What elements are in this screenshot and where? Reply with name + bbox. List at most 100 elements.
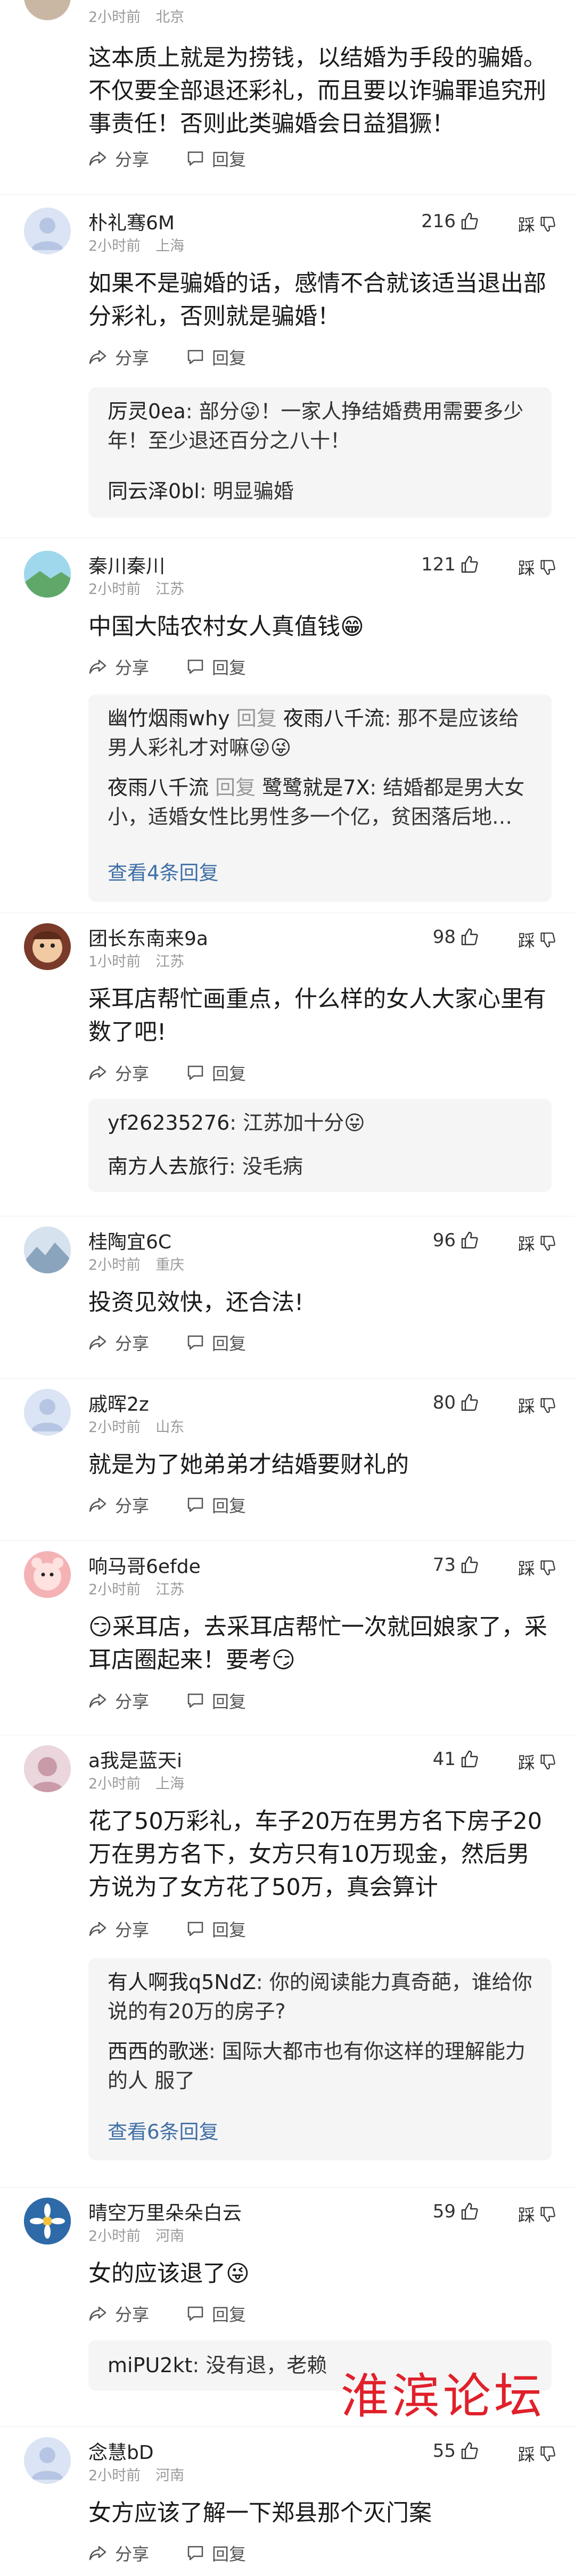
reply-button[interactable]: 回复 [186,345,246,369]
avatar[interactable] [24,1227,71,1273]
like-button[interactable]: 55 [433,2440,479,2462]
thumbs-down-icon [540,1560,555,1576]
reply-item[interactable]: yf26235276: 江苏加十分😛 [108,1108,533,1138]
reply-item[interactable]: 夜雨八千流 回复 鹭鹭就是7X: 结婚都是男大女小，适婚女性比男性多一个亿，贫困… [108,773,533,832]
reply-icon [187,659,203,674]
divider [0,1540,575,1541]
reply-item[interactable]: 幽竹烟雨why 回复 夜雨八千流: 那不是应该给男人彩礼才对嘛😜😜 [108,704,533,763]
avatar[interactable] [24,1745,71,1792]
username[interactable]: 念慧bD [88,2437,154,2465]
username[interactable]: 秦川秦川 [88,551,165,578]
username[interactable]: 晴空万里朵朵白云 [88,2198,242,2225]
share-button[interactable]: 分享 [88,2301,149,2326]
comment-meta: 1小时前 江苏 [88,954,185,970]
reply-item[interactable]: 有人啊我q5NdZ: 你的阅读能力真奇葩，谁给你说的有20万的房子? [108,1968,533,2026]
comment-body: 采耳店帮忙画重点，什么样的女人大家心里有数了吧! [88,986,546,1046]
reply-button[interactable]: 回复 [186,2301,246,2326]
dislike-button[interactable]: 踩 [518,2202,556,2226]
username[interactable]: 朴礼骞6M [88,208,175,235]
dislike-button[interactable]: 踩 [518,2441,556,2466]
reply-button[interactable]: 回复 [186,1688,246,1713]
username[interactable]: 戚晖2z [88,1389,149,1417]
share-icon [89,151,106,166]
share-icon [89,350,106,365]
view-more-replies-link[interactable]: 查看4条回复 [108,857,219,885]
reply-button[interactable]: 回复 [186,146,246,171]
username[interactable]: 桂陶宜6C [88,1227,171,1254]
dislike-button[interactable]: 踩 [518,555,556,579]
dislike-button[interactable]: 踩 [518,1231,556,1255]
reply-button[interactable]: 回复 [186,2541,246,2565]
comment-actions: 分享 回复 [88,2541,246,2565]
reply-icon [187,1497,203,1512]
avatar[interactable] [24,1551,71,1598]
comment-body: 就是为了她弟弟才结婚要财礼的 [88,1452,409,1478]
view-more-replies-link[interactable]: 查看6条回复 [108,2116,219,2144]
avatar[interactable] [24,0,71,20]
share-icon [89,1065,106,1080]
comment-body: 女方应该了解一下郑县那个灭门案 [88,2500,432,2527]
avatar[interactable] [24,208,71,254]
dislike-button[interactable]: 踩 [518,1555,556,1580]
dislike-button[interactable]: 踩 [518,927,556,952]
like-button[interactable]: 98 [433,926,479,948]
comment-meta: 2小时前 北京 [88,9,185,26]
username[interactable]: 团长东南来9a [88,923,208,951]
like-button[interactable]: 59 [433,2201,479,2222]
dislike-button[interactable]: 踩 [518,1750,556,1774]
share-icon [89,659,106,674]
avatar[interactable] [24,2437,71,2484]
thumbs-up-icon [461,1231,478,1249]
thumbs-down-icon [540,1236,555,1251]
share-button[interactable]: 分享 [88,1330,149,1355]
like-button[interactable]: 121 [421,554,479,575]
comment-body: 中国大陆农村女人真值钱😁 [88,614,364,640]
share-icon [89,2306,106,2321]
comment-meta: 2小时前 河南 [88,2228,185,2244]
reply-button[interactable]: 回复 [186,1493,246,1517]
reply-button[interactable]: 回复 [186,1330,246,1355]
like-button[interactable]: 73 [433,1554,479,1576]
reply-box: yf26235276: 江苏加十分😛 南方人去旅行: 没毛病 [88,1099,552,1192]
reply-button[interactable]: 回复 [186,655,246,679]
reply-icon [187,1693,203,1708]
share-icon [89,1497,106,1512]
comment-actions: 分享 回复 [88,1061,246,1085]
thumbs-up-icon [461,2202,478,2220]
like-button[interactable]: 80 [433,1392,479,1413]
share-button[interactable]: 分享 [88,345,149,369]
reply-button[interactable]: 回复 [186,1917,246,1941]
reply-item[interactable]: 西西的歌迷: 国际大都市也有你这样的理解能力的人 服了 [108,2037,533,2095]
reply-item[interactable]: 南方人去旅行: 没毛病 [108,1152,533,1181]
comment-actions: 分享 回复 [88,1688,246,1713]
like-button[interactable]: 41 [433,1749,479,1770]
avatar[interactable] [24,551,71,598]
reply-item[interactable]: 厉灵0ea: 部分😜！一家人挣结婚费用需要多少年！至少退还百分之八十！ [108,397,533,455]
username[interactable]: a我是蓝天i [88,1745,182,1773]
avatar[interactable] [24,923,71,970]
share-button[interactable]: 分享 [88,1061,149,1085]
thumbs-up-icon [461,212,478,230]
username[interactable]: 响马哥6efde [88,1551,201,1579]
avatar[interactable] [24,2198,71,2244]
share-button[interactable]: 分享 [88,1917,149,1941]
comment-meta: 2小时前 上海 [88,238,185,254]
comment-actions: 分享 回复 [88,655,246,679]
dislike-button[interactable]: 踩 [518,1393,556,1418]
share-button[interactable]: 分享 [88,1493,149,1517]
dislike-button[interactable]: 踩 [518,212,556,236]
like-button[interactable]: 96 [433,1230,479,1251]
reply-box: 厉灵0ea: 部分😜！一家人挣结婚费用需要多少年！至少退还百分之八十！ 同云泽0… [88,387,552,518]
share-button[interactable]: 分享 [88,1688,149,1713]
comment-actions: 分享 回复 [88,345,246,369]
thumbs-up-icon [461,1750,478,1768]
avatar[interactable] [24,1389,71,1436]
reply-button[interactable]: 回复 [186,1061,246,1085]
share-icon [89,1335,106,1350]
share-button[interactable]: 分享 [88,146,149,171]
like-button[interactable]: 216 [421,211,479,232]
comment-actions: 分享 回复 [88,1917,246,1941]
share-button[interactable]: 分享 [88,2541,149,2565]
reply-item[interactable]: 同云泽0bl: 明显骗婚 [108,477,533,506]
share-button[interactable]: 分享 [88,655,149,679]
